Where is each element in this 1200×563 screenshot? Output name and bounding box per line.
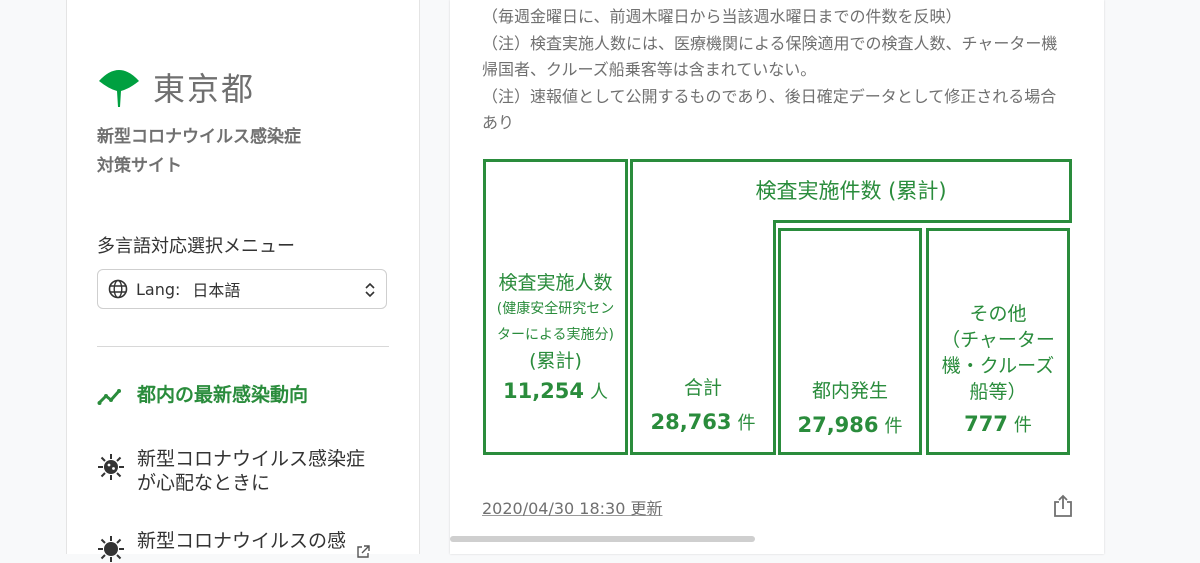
in-tokyo-value: 27,986 bbox=[797, 413, 879, 437]
globe-icon bbox=[108, 279, 128, 299]
others-box: その他 （チャーター機・クルーズ船等） 777 件 bbox=[926, 228, 1070, 455]
virus-icon bbox=[98, 536, 124, 562]
nav-item-if-worried[interactable]: 新型コロナウイルス感染症 が心配なときに bbox=[97, 447, 365, 495]
nav-label-line2: が心配なときに bbox=[137, 472, 271, 494]
header-bottom-line bbox=[773, 220, 1072, 223]
external-link-icon bbox=[357, 545, 370, 558]
ginkgo-leaf-icon bbox=[99, 70, 139, 107]
site-title[interactable]: 新型コロナウイルス感染症 対策サイト bbox=[97, 123, 301, 181]
total-unit: 件 bbox=[737, 413, 756, 434]
tests-header-box: 検査実施件数 (累計) bbox=[630, 159, 1072, 223]
total-box: 合計 28,763 件 bbox=[630, 220, 776, 455]
language-prefix: Lang: bbox=[136, 279, 181, 299]
test-people-unit: 人 bbox=[590, 382, 609, 403]
total-label: 合計 bbox=[683, 377, 722, 399]
others-value: 777 bbox=[964, 412, 1008, 436]
language-select[interactable]: Lang: 日本語 bbox=[97, 269, 387, 309]
others-unit: 件 bbox=[1013, 415, 1032, 436]
chevron-up-down-icon bbox=[365, 282, 375, 298]
test-people-box: 検査実施人数 (健康安全研究センターによる実施分) (累計) 11,254 人 bbox=[483, 159, 628, 455]
updated-timestamp: 2020/04/30 18:30 更新 bbox=[482, 499, 663, 518]
note-excluded: （注）検査実施人数には、医療機関による保険適用での検査人数、チャーター機帰国者、… bbox=[482, 33, 1058, 80]
logo-text: 東京都 bbox=[153, 70, 256, 108]
others-label: その他 bbox=[969, 303, 1027, 325]
virus-icon bbox=[98, 454, 124, 480]
site-title-line1: 新型コロナウイルス感染症 bbox=[97, 127, 301, 147]
nav-label-line1: 新型コロナウイルス感染症 bbox=[137, 448, 366, 470]
nav-item-coronavirus-external[interactable]: 新型コロナウイルスの感 bbox=[97, 529, 370, 563]
trending-up-icon bbox=[97, 389, 121, 405]
sidebar-divider bbox=[97, 346, 389, 347]
site-title-line2: 対策サイト bbox=[97, 156, 182, 176]
sidebar: 東京都 新型コロナウイルス感染症 対策サイト 多言語対応選択メニュー Lang:… bbox=[66, 0, 420, 562]
tokyo-logo[interactable]: 東京都 bbox=[97, 64, 255, 110]
nav-label-latest-trends: 都内の最新感染動向 bbox=[137, 384, 309, 406]
in-tokyo-box: 都内発生 27,986 件 bbox=[778, 228, 922, 455]
notes: （毎週金曜日に、前週木曜日から当該週水曜日までの件数を反映） （注）検査実施人数… bbox=[482, 4, 1072, 137]
horizontal-scrollbar[interactable] bbox=[450, 536, 755, 542]
share-icon[interactable] bbox=[1052, 494, 1074, 518]
test-people-label: 検査実施人数 bbox=[498, 272, 613, 294]
nav-item-latest-trends[interactable]: 都内の最新感染動向 bbox=[97, 383, 308, 411]
note-weekly: （毎週金曜日に、前週木曜日から当該週水曜日までの件数を反映） bbox=[482, 7, 962, 26]
test-people-sub: (健康安全研究センターによる実施分) bbox=[496, 301, 615, 343]
in-tokyo-unit: 件 bbox=[884, 416, 903, 437]
in-tokyo-label: 都内発生 bbox=[811, 380, 888, 402]
nav-label-coronavirus-external: 新型コロナウイルスの感 bbox=[137, 530, 347, 552]
test-stats-card: （毎週金曜日に、前週木曜日から当該週水曜日までの件数を反映） （注）検査実施人数… bbox=[450, 0, 1104, 554]
language-menu-label: 多言語対応選択メニュー bbox=[97, 236, 295, 257]
others-sub: （チャーター機・クルーズ船等） bbox=[941, 329, 1055, 403]
total-value: 28,763 bbox=[650, 410, 732, 434]
language-value: 日本語 bbox=[192, 281, 241, 300]
test-people-value: 11,254 bbox=[502, 379, 585, 403]
tests-header-label: 検査実施件数 (累計) bbox=[755, 179, 947, 203]
note-preliminary: （注）速報値として公開するものであり、後日確定データとして修正される場合あり bbox=[482, 86, 1057, 133]
test-people-cumulative: (累計) bbox=[529, 350, 582, 372]
nav-label-if-worried: 新型コロナウイルス感染症 が心配なときに bbox=[137, 447, 365, 495]
